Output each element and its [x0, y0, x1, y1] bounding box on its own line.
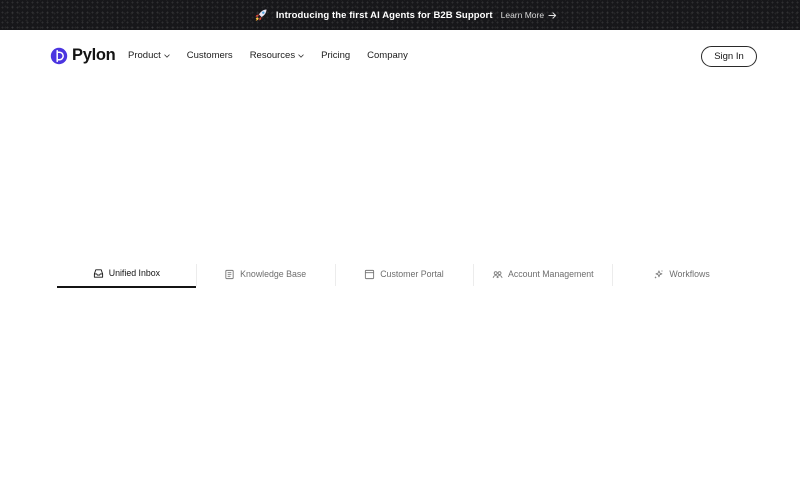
- feature-tabs: Unified Inbox Knowledge Base Customer Po…: [57, 260, 751, 288]
- announcement-text: Introducing the first AI Agents for B2B …: [275, 9, 493, 21]
- inbox-icon: [93, 268, 104, 279]
- tab-label: Knowledge Base: [240, 269, 307, 279]
- nav-item-label: Product: [128, 50, 161, 61]
- rocket-icon: [253, 7, 269, 23]
- users-icon: [492, 269, 503, 280]
- nav-item-resources[interactable]: Resources: [250, 50, 304, 61]
- tab-label: Workflows: [669, 269, 710, 279]
- learn-more-link[interactable]: Learn More: [501, 10, 557, 20]
- nav-item-pricing[interactable]: Pricing: [321, 50, 350, 61]
- chevron-down-icon: [164, 53, 170, 58]
- pylon-logo-icon: [50, 47, 68, 64]
- tab-label: Unified Inbox: [108, 268, 161, 278]
- tab-label: Account Management: [508, 269, 594, 279]
- chevron-down-icon: [298, 53, 304, 58]
- brand-name: Pylon: [72, 46, 116, 64]
- learn-more-label: Learn More: [500, 10, 545, 20]
- sparkle-icon: [653, 269, 664, 280]
- nav-item-label: Company: [367, 50, 408, 61]
- announcement-content: Introducing the first AI Agents for B2B …: [253, 7, 557, 23]
- top-nav: Pylon Product Customers Resources Pricin…: [0, 30, 800, 82]
- nav-item-customers[interactable]: Customers: [187, 50, 233, 61]
- nav-item-label: Pricing: [321, 50, 351, 61]
- brand-logo[interactable]: Pylon: [50, 46, 116, 65]
- sign-in-button[interactable]: Sign In: [701, 46, 757, 67]
- tab-unified-inbox[interactable]: Unified Inbox: [57, 260, 196, 288]
- nav-item-product[interactable]: Product: [128, 50, 170, 61]
- arrow-right-icon: [548, 11, 557, 19]
- announcement-bar: Introducing the first AI Agents for B2B …: [0, 0, 800, 30]
- nav-item-label: Customers: [186, 50, 233, 61]
- tab-account-management[interactable]: Account Management: [473, 260, 612, 288]
- tab-label: Customer Portal: [380, 269, 444, 279]
- main-menu: Product Customers Resources Pricing Comp…: [128, 50, 425, 61]
- nav-item-company[interactable]: Company: [367, 50, 408, 61]
- tab-knowledge-base[interactable]: Knowledge Base: [195, 260, 335, 288]
- tab-workflows[interactable]: Workflows: [612, 260, 751, 288]
- nav-item-label: Resources: [249, 50, 296, 61]
- book-icon: [224, 269, 235, 280]
- tab-customer-portal[interactable]: Customer Portal: [334, 260, 474, 288]
- browser-window-icon: [364, 269, 375, 280]
